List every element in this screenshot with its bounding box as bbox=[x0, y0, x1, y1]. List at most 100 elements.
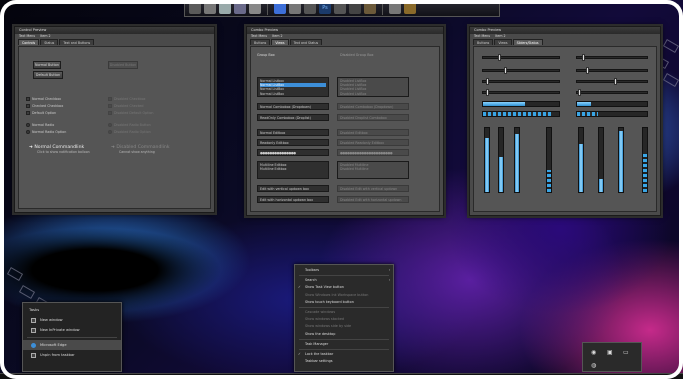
app-icon-10[interactable] bbox=[364, 2, 376, 14]
jump-unpin-from-taskbar[interactable]: Unpin from taskbar bbox=[23, 350, 121, 360]
disabled-button: Disabled Button bbox=[108, 61, 138, 69]
vertical-progress-bar bbox=[514, 127, 520, 193]
arrow-right-icon: ➜ bbox=[29, 145, 33, 150]
tab-text-buttons[interactable]: Text and Buttons bbox=[59, 39, 95, 45]
radio-normal-option[interactable]: Normal Radio Option bbox=[26, 130, 66, 134]
context-menu-item[interactable]: Taskbar settings bbox=[295, 358, 393, 365]
context-menu-item[interactable]: Show touch keyboard button bbox=[295, 299, 393, 306]
app-icon-11[interactable] bbox=[389, 2, 401, 14]
app-icon-8[interactable] bbox=[334, 2, 346, 14]
checkbox-default[interactable]: Default Option bbox=[26, 111, 56, 115]
context-menu-item[interactable]: Lock the taskbar ✓ bbox=[295, 351, 393, 358]
taskbar[interactable] bbox=[0, 373, 683, 379]
tray-app-icon[interactable]: ▣ bbox=[607, 349, 614, 356]
game-icon[interactable] bbox=[404, 2, 416, 14]
horizontal-slider[interactable] bbox=[576, 91, 648, 94]
disabled-droplist-combobox: Disabled Droplist Combobox bbox=[337, 114, 409, 121]
app-icon-2[interactable] bbox=[204, 2, 216, 14]
checkmark-icon: ✓ bbox=[298, 285, 301, 290]
group-box-label: Group Box bbox=[257, 53, 275, 57]
default-button[interactable]: Default Button bbox=[33, 71, 63, 79]
multiline-editbox[interactable]: Multiline Editbox Multiline Editbox bbox=[257, 161, 329, 179]
slider-thumb[interactable] bbox=[586, 67, 589, 74]
globe-icon[interactable] bbox=[274, 2, 286, 14]
slider-thumb[interactable] bbox=[486, 78, 489, 85]
context-menu-item[interactable]: Task Manager bbox=[295, 341, 393, 348]
normal-commandlink[interactable]: ➜ Normal Commandlink Click to show notif… bbox=[29, 145, 90, 154]
app-icon-6[interactable] bbox=[289, 2, 301, 14]
disabled-horizontal-updown-edit: Disabled Edit with horizontal updown bbox=[337, 196, 409, 203]
menu-separator bbox=[299, 348, 389, 350]
horizontal-slider[interactable] bbox=[482, 69, 560, 72]
app-icon-3[interactable] bbox=[219, 2, 231, 14]
normal-button[interactable]: Normal Button bbox=[33, 61, 61, 69]
inprivate-icon bbox=[31, 327, 36, 333]
horizontal-updown-edit[interactable]: Edit with horizontal updown box bbox=[257, 196, 329, 203]
readonly-combobox[interactable]: ReadOnly Combobox (Droplist) bbox=[257, 114, 329, 121]
app-icon-5[interactable] bbox=[249, 2, 261, 14]
slider-thumb[interactable] bbox=[504, 67, 507, 74]
horizontal-slider[interactable] bbox=[482, 56, 560, 59]
tray-chat-icon[interactable]: ▭ bbox=[623, 349, 630, 356]
disabled-combobox: Disabled Combobox (Dropdown) bbox=[337, 103, 409, 110]
control-preview-window: Control Preview Text Menu Item 2 Control… bbox=[14, 26, 215, 213]
app-icon-4[interactable] bbox=[234, 2, 246, 14]
tab-controls[interactable]: Controls bbox=[18, 39, 40, 45]
divider bbox=[27, 337, 117, 338]
context-menu-item[interactable]: Search › bbox=[295, 277, 393, 284]
checkbox-disabled-checked: Disabled Checked bbox=[108, 104, 144, 108]
tray-app-icon[interactable]: ◍ bbox=[591, 362, 598, 369]
jump-new-window[interactable]: New window bbox=[23, 315, 121, 325]
context-menu-item[interactable]: Show the desktop bbox=[295, 331, 393, 338]
commandlink-subtext: Click to show notification balloon bbox=[37, 150, 90, 154]
horizontal-slider[interactable] bbox=[576, 80, 648, 83]
menu-separator bbox=[299, 338, 389, 340]
tab-buttons[interactable]: Buttons bbox=[473, 39, 494, 45]
vertical-updown-edit[interactable]: Edit with vertical updown box bbox=[257, 185, 329, 192]
app-icon-1[interactable] bbox=[189, 2, 201, 14]
horizontal-slider[interactable] bbox=[482, 80, 560, 83]
horizontal-slider[interactable] bbox=[576, 56, 648, 59]
progress-bar-marquee bbox=[482, 111, 560, 117]
app-icon-7[interactable] bbox=[304, 2, 316, 14]
tab-text-status[interactable]: Text and Status bbox=[289, 39, 323, 45]
slider-thumb[interactable] bbox=[498, 54, 501, 61]
slider-thumb[interactable] bbox=[486, 89, 489, 96]
jump-new-inprivate-window[interactable]: New InPrivate window bbox=[23, 325, 121, 335]
tab-sliders-status[interactable]: Sliders/Status bbox=[512, 39, 543, 45]
tab-status[interactable]: Status bbox=[40, 39, 59, 45]
horizontal-slider[interactable] bbox=[482, 91, 560, 94]
checkbox-disabled: Disabled Checkbox bbox=[108, 97, 145, 101]
hexagon-decoration bbox=[18, 285, 36, 299]
checkbox-normal[interactable]: Normal Checkbox bbox=[26, 97, 61, 101]
jump-microsoft-edge[interactable]: Microsoft Edge bbox=[23, 340, 121, 350]
window-title: Combo Preview bbox=[470, 27, 660, 34]
readonly-editbox[interactable]: Readonly Editbox bbox=[257, 139, 329, 146]
radio-normal[interactable]: Normal Radio bbox=[26, 123, 54, 127]
tab-panel: Group Box Disabled Group Box Normal List… bbox=[250, 46, 440, 212]
tab-views[interactable]: Views bbox=[494, 39, 512, 45]
tab-buttons[interactable]: Buttons bbox=[250, 39, 271, 45]
progress-bar bbox=[576, 101, 648, 107]
photoshop-icon[interactable]: Ps bbox=[319, 2, 331, 14]
window-title: Combo Preview bbox=[247, 27, 443, 34]
vertical-progress-bar bbox=[618, 127, 624, 193]
dock-separator bbox=[267, 1, 268, 15]
edge-jump-list: Tasks New window New InPrivate window Mi… bbox=[22, 302, 122, 372]
slider-thumb[interactable] bbox=[614, 78, 617, 85]
app-icon-9[interactable] bbox=[349, 2, 361, 14]
hexagon-decoration bbox=[662, 39, 680, 53]
normal-listbox[interactable]: Normal Listbox Normal ListBox Normal Lis… bbox=[257, 77, 329, 97]
checkbox-checked[interactable]: Checked Checkbox bbox=[26, 104, 63, 108]
slider-thumb[interactable] bbox=[578, 89, 581, 96]
tray-app-icon[interactable]: ◉ bbox=[591, 349, 598, 356]
normal-combobox[interactable]: Normal Combobox (Dropdown) bbox=[257, 103, 329, 110]
password-field[interactable]: ●●●●●●●●●●●●●●● bbox=[257, 149, 329, 156]
context-menu-item[interactable]: Show Task View button ✓ bbox=[295, 284, 393, 291]
tab-views[interactable]: Views bbox=[271, 39, 289, 45]
context-menu-item: Show windows side by side bbox=[305, 324, 352, 329]
context-menu-item[interactable]: Toolbars › bbox=[295, 267, 393, 274]
slider-thumb[interactable] bbox=[582, 54, 585, 61]
normal-editbox[interactable]: Normal Editbox bbox=[257, 129, 329, 136]
list-item[interactable]: Normal ListBox bbox=[260, 92, 326, 96]
